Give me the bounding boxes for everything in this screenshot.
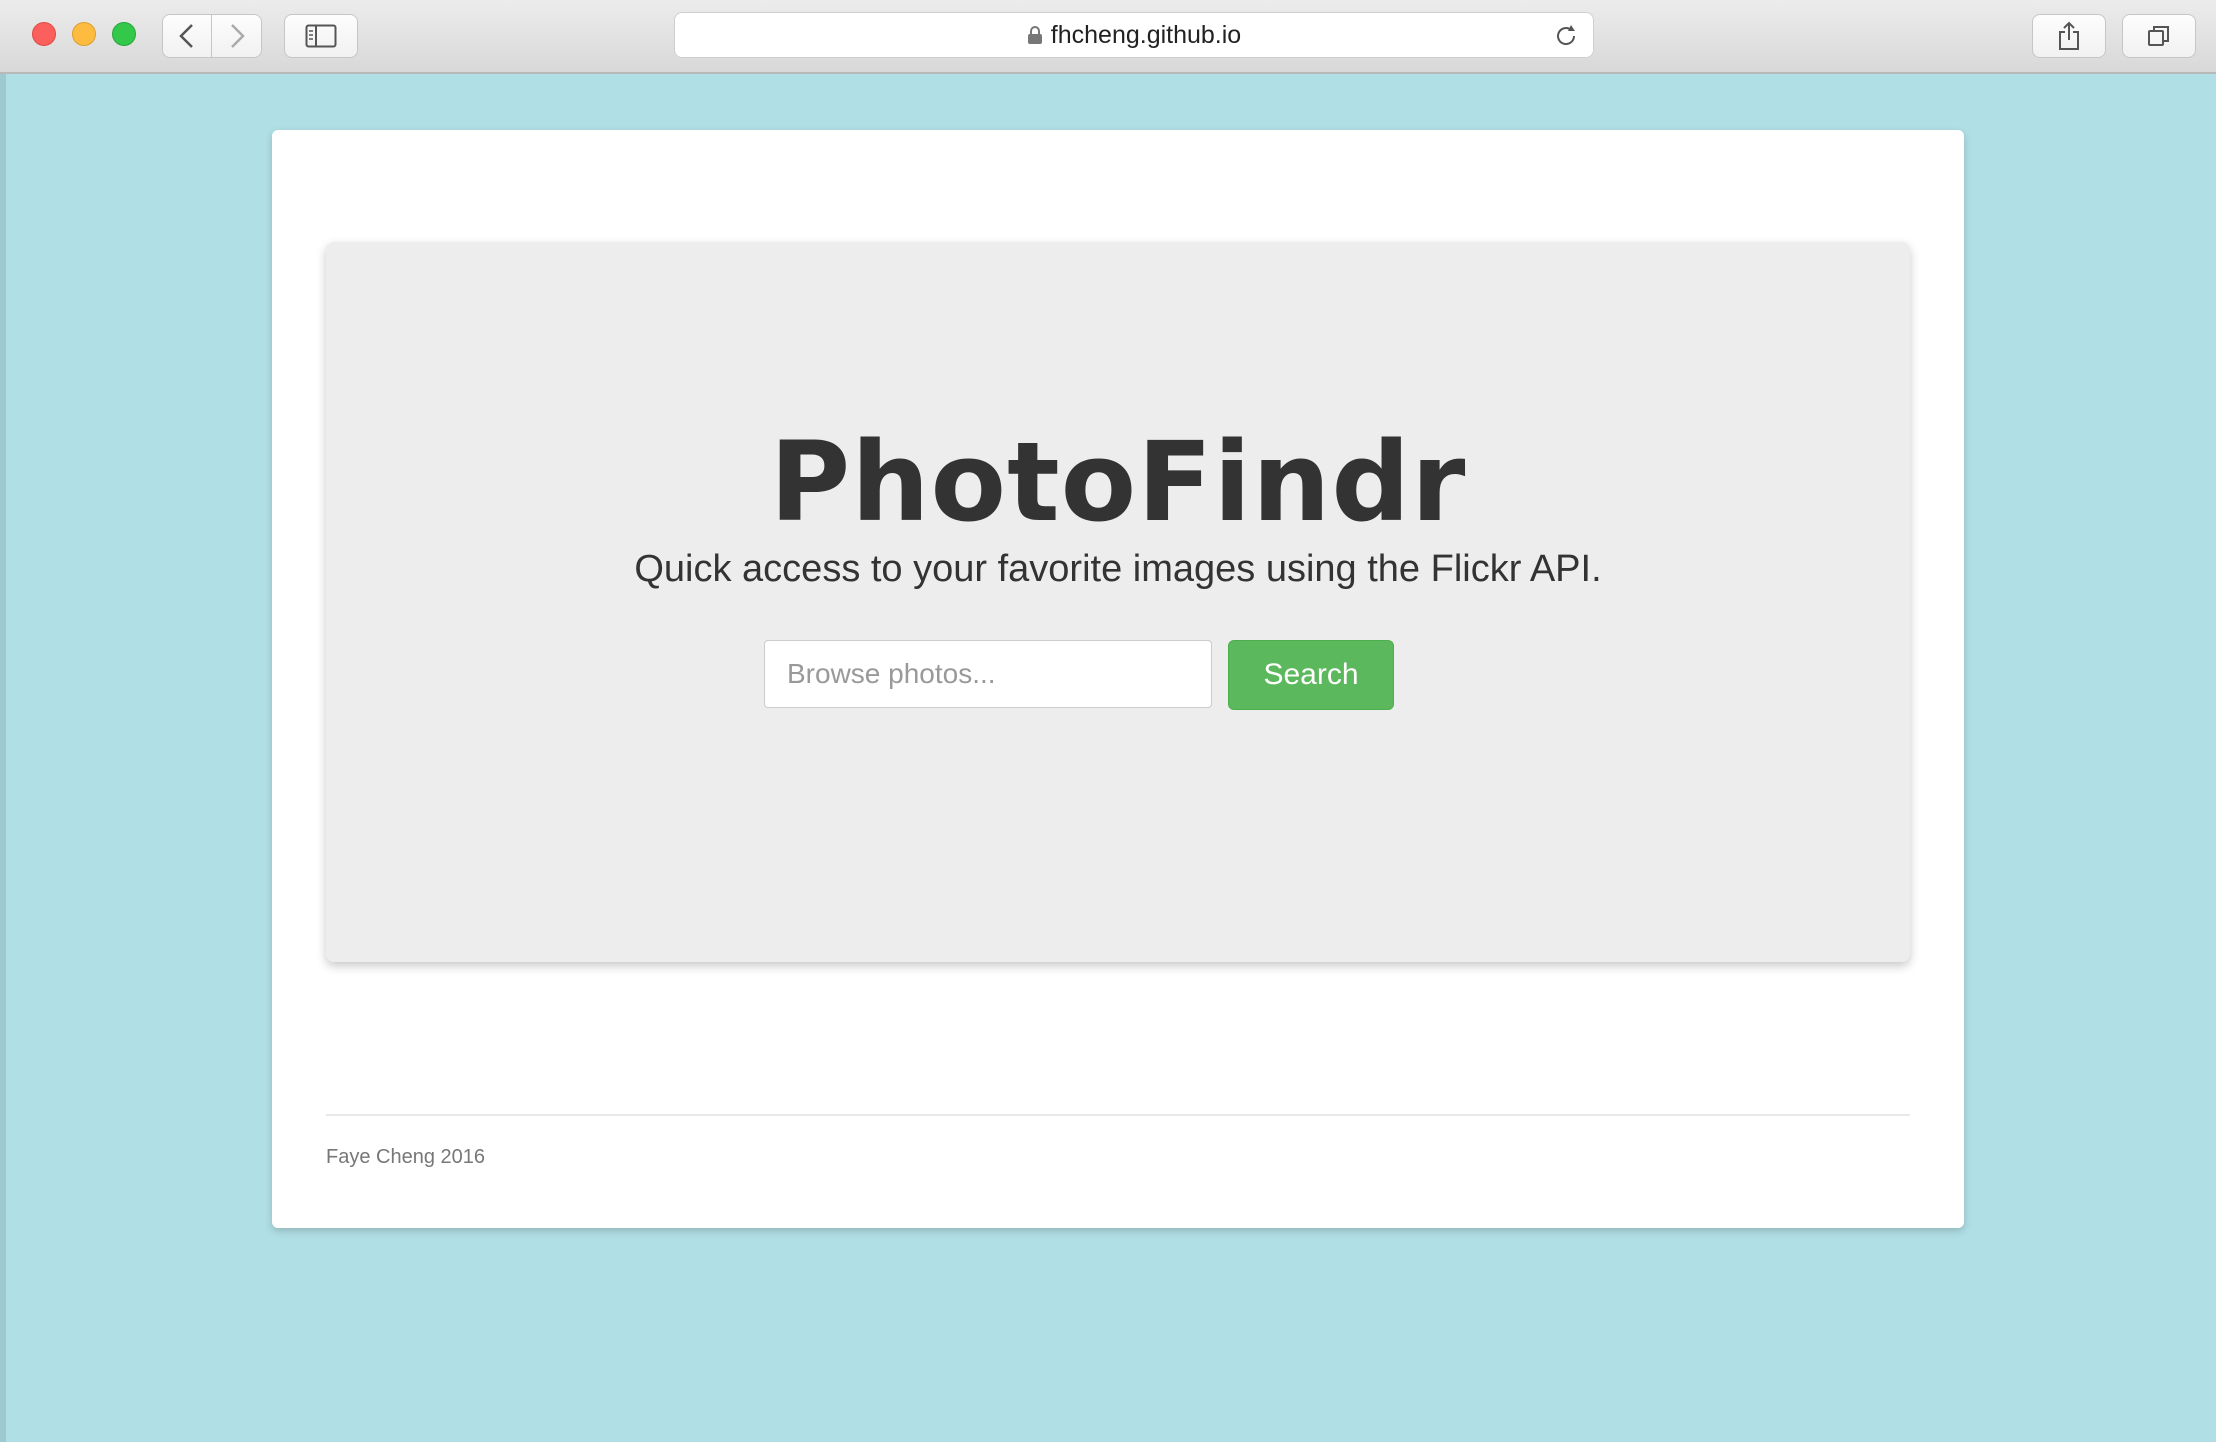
share-icon (2059, 21, 2079, 50)
search-button[interactable]: Search (1228, 640, 1394, 710)
hero-panel: PhotoFindr Quick access to your favorite… (326, 242, 1910, 962)
sidebar-toggle-button[interactable] (284, 14, 358, 58)
close-window-button[interactable] (32, 22, 56, 46)
minimize-window-button[interactable] (72, 22, 96, 46)
page-title: PhotoFindr (769, 418, 1467, 546)
tabs-icon (2148, 26, 2169, 46)
footer-divider (326, 1114, 1910, 1116)
reload-icon[interactable] (1553, 23, 1579, 49)
browser-toolbar: fhcheng.github.io (0, 0, 2216, 74)
url-text: fhcheng.github.io (1050, 20, 1242, 49)
share-button[interactable] (2032, 14, 2106, 58)
forward-button[interactable] (212, 14, 262, 58)
page-subtitle: Quick access to your favorite images usi… (634, 548, 1602, 590)
back-button[interactable] (162, 14, 212, 58)
maximize-window-button[interactable] (112, 22, 136, 46)
main-container: PhotoFindr Quick access to your favorite… (272, 130, 1964, 1228)
window-edge (0, 74, 6, 1442)
lock-icon (1027, 26, 1042, 44)
footer-credit: Faye Cheng 2016 (326, 1146, 486, 1168)
chevron-right-icon (230, 24, 245, 48)
search-input[interactable] (764, 640, 1212, 708)
tabs-overview-button[interactable] (2122, 14, 2196, 58)
chevron-left-icon (179, 24, 193, 48)
sidebar-icon (305, 24, 337, 48)
address-bar[interactable]: fhcheng.github.io (674, 12, 1594, 58)
